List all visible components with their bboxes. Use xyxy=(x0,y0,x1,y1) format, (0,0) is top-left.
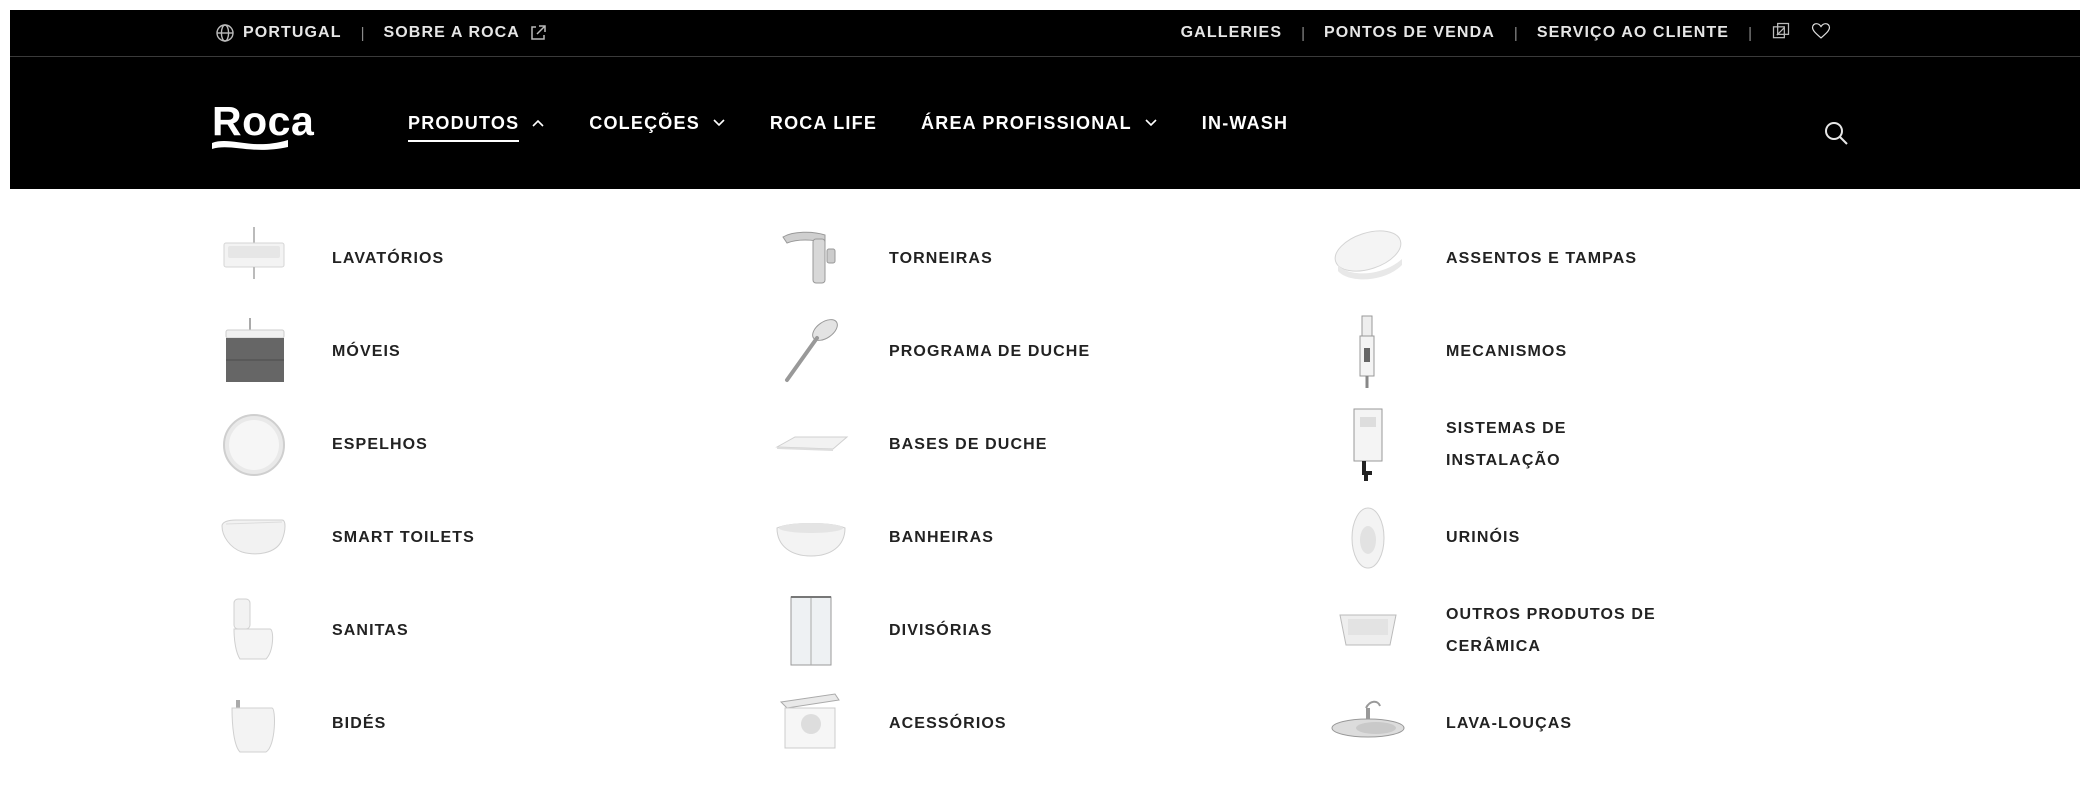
menu-item-mecanismos[interactable]: MECANISMOS xyxy=(1330,305,1850,398)
menu-item-label: URINÓIS xyxy=(1446,528,1521,546)
separator: | xyxy=(1513,24,1518,42)
main-navigation: Roca PRODUTOS COLEÇÕES ROCA LIFE ÁREA PR… xyxy=(10,57,2080,189)
menu-item-label: BIDÉS xyxy=(332,714,387,732)
menu-column-3: ASSENTOS E TAMPAS MECANISMOS SISTEMAS DE… xyxy=(1330,212,1850,770)
separator: | xyxy=(360,24,365,42)
washbasin-icon xyxy=(216,221,292,297)
utility-bar: PORTUGAL | SOBRE A ROCA GALLERIES | PONT… xyxy=(10,10,2080,57)
urinal-icon xyxy=(1330,500,1406,576)
utility-right: GALLERIES | PONTOS DE VENDA | SERVIÇO AO… xyxy=(1181,10,1837,56)
menu-item-label: PROGRAMA DE DUCHE xyxy=(889,342,1091,360)
round-mirror-icon xyxy=(216,407,292,483)
menu-item-programa-de-duche[interactable]: PROGRAMA DE DUCHE xyxy=(773,305,1293,398)
menu-item-label: MECANISMOS xyxy=(1446,342,1568,360)
menu-column-2: TORNEIRAS PROGRAMA DE DUCHE BASES DE DUC… xyxy=(773,212,1293,770)
menu-item-bides[interactable]: BIDÉS xyxy=(216,677,736,770)
menu-item-lavatorios[interactable]: LAVATÓRIOS xyxy=(216,212,736,305)
toilet-seat-icon xyxy=(1330,221,1406,297)
menu-item-label: DIVISÓRIAS xyxy=(889,621,993,639)
chevron-up-icon xyxy=(531,116,545,130)
points-of-sale-link[interactable]: PONTOS DE VENDA xyxy=(1324,24,1495,42)
menu-item-divisorias[interactable]: DIVISÓRIAS xyxy=(773,584,1293,677)
shower-screen-icon xyxy=(773,593,849,669)
country-label: PORTUGAL xyxy=(243,24,342,41)
menu-item-acessorios[interactable]: ACESSÓRIOS xyxy=(773,677,1293,770)
galleries-link[interactable]: GALLERIES xyxy=(1181,24,1282,42)
galleries-label: GALLERIES xyxy=(1180,24,1283,41)
menu-item-bases-de-duche[interactable]: BASES DE DUCHE xyxy=(773,398,1293,491)
roca-logo[interactable]: Roca xyxy=(212,101,314,151)
globe-icon xyxy=(215,23,235,43)
menu-item-label: LAVA-LOUÇAS xyxy=(1446,714,1573,732)
utility-left: PORTUGAL | SOBRE A ROCA xyxy=(215,10,548,56)
menu-item-sanitas[interactable]: SANITAS xyxy=(216,584,736,677)
logo-wave xyxy=(212,140,288,150)
menu-item-lava-loucas[interactable]: LAVA-LOUÇAS xyxy=(1330,677,1850,770)
about-roca-link[interactable]: SOBRE A ROCA xyxy=(383,23,547,43)
kitchen-sink-icon xyxy=(1330,686,1406,762)
menu-item-label: MÓVEIS xyxy=(332,342,401,360)
paper-holder-icon xyxy=(773,686,849,762)
chevron-down-icon xyxy=(712,116,726,130)
menu-column-1: LAVATÓRIOS MÓVEIS ESPELHOS SMART TOILETS… xyxy=(216,212,736,770)
customer-service-link[interactable]: SERVIÇO AO CLIENTE xyxy=(1537,24,1729,42)
menu-item-label: ASSENTOS E TAMPAS xyxy=(1446,249,1638,267)
menu-item-label: SANITAS xyxy=(332,621,409,639)
menu-item-sistemas-de-instalacao[interactable]: SISTEMAS DE INSTALAÇÃO xyxy=(1330,398,1850,491)
menu-item-label: SMART TOILETS xyxy=(332,528,475,546)
separator: | xyxy=(1301,24,1305,42)
menu-item-banheiras[interactable]: BANHEIRAS xyxy=(773,491,1293,584)
menu-item-label: ACESSÓRIOS xyxy=(889,714,1007,732)
country-selector[interactable]: PORTUGAL xyxy=(215,23,342,43)
menu-item-label: LAVATÓRIOS xyxy=(332,249,445,267)
bathtub-icon xyxy=(773,500,849,576)
points-of-sale-label: PONTOS DE VENDA xyxy=(1324,24,1495,41)
menu-item-assentos-e-tampas[interactable]: ASSENTOS E TAMPAS xyxy=(1330,212,1850,305)
menu-item-moveis[interactable]: MÓVEIS xyxy=(216,305,736,398)
nav-in-wash-label: IN-WASH xyxy=(1201,112,1289,133)
nav-in-wash[interactable]: IN-WASH xyxy=(1202,113,1288,134)
nav-colecoes[interactable]: COLEÇÕES xyxy=(589,113,726,134)
menu-item-label: TORNEIRAS xyxy=(889,249,993,267)
nav-produtos[interactable]: PRODUTOS xyxy=(408,105,545,142)
menu-item-torneiras[interactable]: TORNEIRAS xyxy=(773,212,1293,305)
brand-name: Roca xyxy=(212,98,315,144)
menu-item-label: BASES DE DUCHE xyxy=(889,435,1048,453)
menu-item-espelhos[interactable]: ESPELHOS xyxy=(216,398,736,491)
smart-toilet-icon xyxy=(216,500,292,576)
primary-nav: PRODUTOS COLEÇÕES ROCA LIFE ÁREA PROFISS… xyxy=(408,57,1332,189)
shower-tray-icon xyxy=(773,407,849,483)
separator: | xyxy=(1748,24,1752,42)
heart-icon[interactable] xyxy=(1811,21,1837,45)
about-roca-label: SOBRE A ROCA xyxy=(383,24,520,41)
faucet-icon xyxy=(773,221,849,297)
external-link-icon xyxy=(528,23,548,43)
page-frame: PORTUGAL | SOBRE A ROCA GALLERIES | PONT… xyxy=(10,10,2080,790)
menu-item-label: OUTROS PRODUTOS DE CERÂMICA xyxy=(1446,605,1656,655)
hand-shower-icon xyxy=(773,314,849,390)
menu-item-urinois[interactable]: URINÓIS xyxy=(1330,491,1850,584)
compare-icon[interactable] xyxy=(1771,21,1795,45)
nav-area-profissional[interactable]: ÁREA PROFISSIONAL xyxy=(921,113,1158,134)
nav-roca-life[interactable]: ROCA LIFE xyxy=(770,113,877,134)
nav-colecoes-label: COLEÇÕES xyxy=(589,112,700,133)
installation-frame-icon xyxy=(1330,407,1406,483)
menu-item-label: ESPELHOS xyxy=(332,435,428,453)
chevron-down-icon xyxy=(1144,116,1158,130)
vanity-unit-icon xyxy=(216,314,292,390)
menu-item-smart-toilets[interactable]: SMART TOILETS xyxy=(216,491,736,584)
nav-produtos-label: PRODUTOS xyxy=(408,113,520,142)
menu-item-outros-produtos-de-ceramica[interactable]: OUTROS PRODUTOS DE CERÂMICA xyxy=(1330,584,1850,677)
nav-roca-life-label: ROCA LIFE xyxy=(769,112,878,133)
menu-item-label: BANHEIRAS xyxy=(889,528,995,546)
menu-item-label: SISTEMAS DE INSTALAÇÃO xyxy=(1446,419,1567,469)
toilet-icon xyxy=(216,593,292,669)
products-mega-menu: LAVATÓRIOS MÓVEIS ESPELHOS SMART TOILETS… xyxy=(10,190,2080,790)
flush-mechanism-icon xyxy=(1330,314,1406,390)
utility-sink-icon xyxy=(1330,593,1406,669)
bidet-icon xyxy=(216,686,292,762)
nav-area-profissional-label: ÁREA PROFISSIONAL xyxy=(921,112,1132,133)
customer-service-label: SERVIÇO AO CLIENTE xyxy=(1536,24,1730,41)
search-icon[interactable] xyxy=(1822,119,1850,147)
